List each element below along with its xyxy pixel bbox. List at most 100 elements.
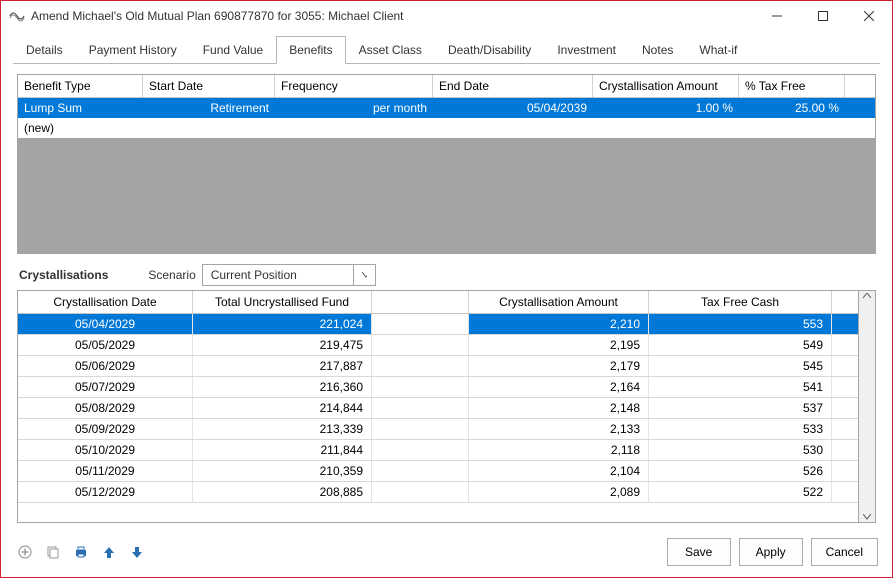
cryst-cell: 219,475 <box>193 335 372 355</box>
crystallisations-grid-wrap: Crystallisation DateTotal Uncrystallised… <box>17 290 876 523</box>
benefit-row[interactable]: Lump SumRetirementper month05/04/20391.0… <box>18 98 875 118</box>
scenario-value: Current Position <box>203 268 353 282</box>
cryst-header-cell[interactable] <box>372 291 469 313</box>
scenario-control: Scenario Current Position <box>148 264 375 286</box>
cryst-cell: 05/10/2029 <box>18 440 193 460</box>
scenario-label: Scenario <box>148 268 195 282</box>
benefit-header-cell[interactable]: Start Date <box>143 75 275 97</box>
add-icon[interactable] <box>15 542 35 562</box>
print-icon[interactable] <box>71 542 91 562</box>
tab-details[interactable]: Details <box>13 36 76 64</box>
crystallisations-grid-rows: 05/04/2029221,0242,21055305/05/2029219,4… <box>18 314 858 503</box>
content-area: DetailsPayment HistoryFund ValueBenefits… <box>1 31 892 527</box>
crystallisations-grid[interactable]: Crystallisation DateTotal Uncrystallised… <box>17 290 859 523</box>
cryst-row[interactable]: 05/09/2029213,3392,133533 <box>18 419 858 440</box>
benefit-header-cell[interactable]: Frequency <box>275 75 433 97</box>
scroll-down-icon[interactable] <box>863 514 871 520</box>
cryst-cell: 2,195 <box>469 335 649 355</box>
cryst-cell: 05/06/2029 <box>18 356 193 376</box>
benefit-cell <box>275 118 433 138</box>
cryst-row[interactable]: 05/05/2029219,4752,195549 <box>18 335 858 356</box>
benefit-grid-rows: Lump SumRetirementper month05/04/20391.0… <box>18 98 875 253</box>
apply-button[interactable]: Apply <box>739 538 803 566</box>
close-button[interactable] <box>846 1 892 31</box>
tab-what-if[interactable]: What-if <box>686 36 750 64</box>
tab-notes[interactable]: Notes <box>629 36 686 64</box>
benefit-cell <box>143 118 275 138</box>
cryst-row[interactable]: 05/11/2029210,3592,104526 <box>18 461 858 482</box>
benefit-header-cell[interactable]: Benefit Type <box>18 75 143 97</box>
tab-death-disability[interactable]: Death/Disability <box>435 36 544 64</box>
footer-bar: Save Apply Cancel <box>1 527 892 577</box>
cryst-row[interactable]: 05/12/2029208,885 2,089522 <box>18 482 858 503</box>
window-controls <box>754 1 892 31</box>
tab-investment[interactable]: Investment <box>544 36 629 64</box>
cryst-cell: 05/09/2029 <box>18 419 193 439</box>
cryst-cell: 05/04/2029 <box>18 314 193 334</box>
benefit-header-cell[interactable]: % Tax Free <box>739 75 845 97</box>
benefit-grid[interactable]: Benefit TypeStart DateFrequencyEnd DateC… <box>17 74 876 254</box>
benefit-grid-header: Benefit TypeStart DateFrequencyEnd DateC… <box>18 75 875 98</box>
app-window: Amend Michael's Old Mutual Plan 69087787… <box>0 0 893 578</box>
maximize-button[interactable] <box>800 1 846 31</box>
cryst-row[interactable]: 05/04/2029221,0242,210553 <box>18 314 858 335</box>
cryst-cell: 530 <box>649 440 832 460</box>
save-button[interactable]: Save <box>667 538 731 566</box>
cancel-button[interactable]: Cancel <box>811 538 878 566</box>
titlebar: Amend Michael's Old Mutual Plan 69087787… <box>1 1 892 31</box>
cryst-row[interactable]: 05/06/2029217,8872,179545 <box>18 356 858 377</box>
cryst-cell <box>372 314 469 334</box>
cryst-cell: 05/05/2029 <box>18 335 193 355</box>
cryst-cell: 2,164 <box>469 377 649 397</box>
cryst-cell: 05/08/2029 <box>18 398 193 418</box>
benefit-cell: 1.00 % <box>593 98 739 118</box>
cryst-cell: 541 <box>649 377 832 397</box>
cryst-cell: 2,133 <box>469 419 649 439</box>
cryst-cell: 210,359 <box>193 461 372 481</box>
cryst-header-cell[interactable]: Total Uncrystallised Fund <box>193 291 372 313</box>
chevron-down-icon <box>353 265 375 285</box>
vertical-scrollbar[interactable] <box>859 290 876 523</box>
arrow-up-icon[interactable] <box>99 542 119 562</box>
cryst-cell: 522 <box>649 482 832 502</box>
tab-asset-class[interactable]: Asset Class <box>346 36 435 64</box>
cryst-cell: 545 <box>649 356 832 376</box>
crystallisations-grid-header: Crystallisation DateTotal Uncrystallised… <box>18 291 858 314</box>
tab-benefits[interactable]: Benefits <box>276 36 345 64</box>
cryst-cell <box>372 482 469 502</box>
benefit-cell: Lump Sum <box>18 98 143 118</box>
tab-fund-value[interactable]: Fund Value <box>190 36 277 64</box>
arrow-down-icon[interactable] <box>127 542 147 562</box>
benefit-header-cell[interactable]: End Date <box>433 75 593 97</box>
cryst-cell: 05/12/2029 <box>18 482 193 502</box>
benefits-panel: Benefit TypeStart DateFrequencyEnd DateC… <box>13 64 880 527</box>
cryst-row[interactable]: 05/08/2029214,8442,148537 <box>18 398 858 419</box>
minimize-button[interactable] <box>754 1 800 31</box>
cryst-cell: 2,089 <box>469 482 649 502</box>
cryst-cell: 211,844 <box>193 440 372 460</box>
benefit-row[interactable]: (new) <box>18 118 875 138</box>
cryst-cell: 221,024 <box>193 314 372 334</box>
benefit-cell: 25.00 % <box>739 98 845 118</box>
cryst-cell: 217,887 <box>193 356 372 376</box>
cryst-row[interactable]: 05/10/2029211,8442,118530 <box>18 440 858 461</box>
cryst-cell: 2,210 <box>469 314 649 334</box>
tab-payment-history[interactable]: Payment History <box>76 36 190 64</box>
scenario-combobox[interactable]: Current Position <box>202 264 376 286</box>
cryst-cell <box>372 398 469 418</box>
copy-icon[interactable] <box>43 542 63 562</box>
cryst-cell <box>372 419 469 439</box>
cryst-row[interactable]: 05/07/2029216,3602,164541 <box>18 377 858 398</box>
scroll-up-icon[interactable] <box>863 293 871 299</box>
crystallisations-header: Crystallisations Scenario Current Positi… <box>19 264 876 286</box>
benefit-header-cell[interactable]: Crystallisation Amount <box>593 75 739 97</box>
cryst-cell: 537 <box>649 398 832 418</box>
cryst-header-cell[interactable]: Crystallisation Amount <box>469 291 649 313</box>
benefit-cell: (new) <box>18 118 143 138</box>
cryst-cell: 208,885 <box>193 482 372 502</box>
cryst-cell: 533 <box>649 419 832 439</box>
cryst-header-cell[interactable]: Crystallisation Date <box>18 291 193 313</box>
tab-bar: DetailsPayment HistoryFund ValueBenefits… <box>13 35 880 64</box>
cryst-cell: 216,360 <box>193 377 372 397</box>
cryst-header-cell[interactable]: Tax Free Cash <box>649 291 832 313</box>
